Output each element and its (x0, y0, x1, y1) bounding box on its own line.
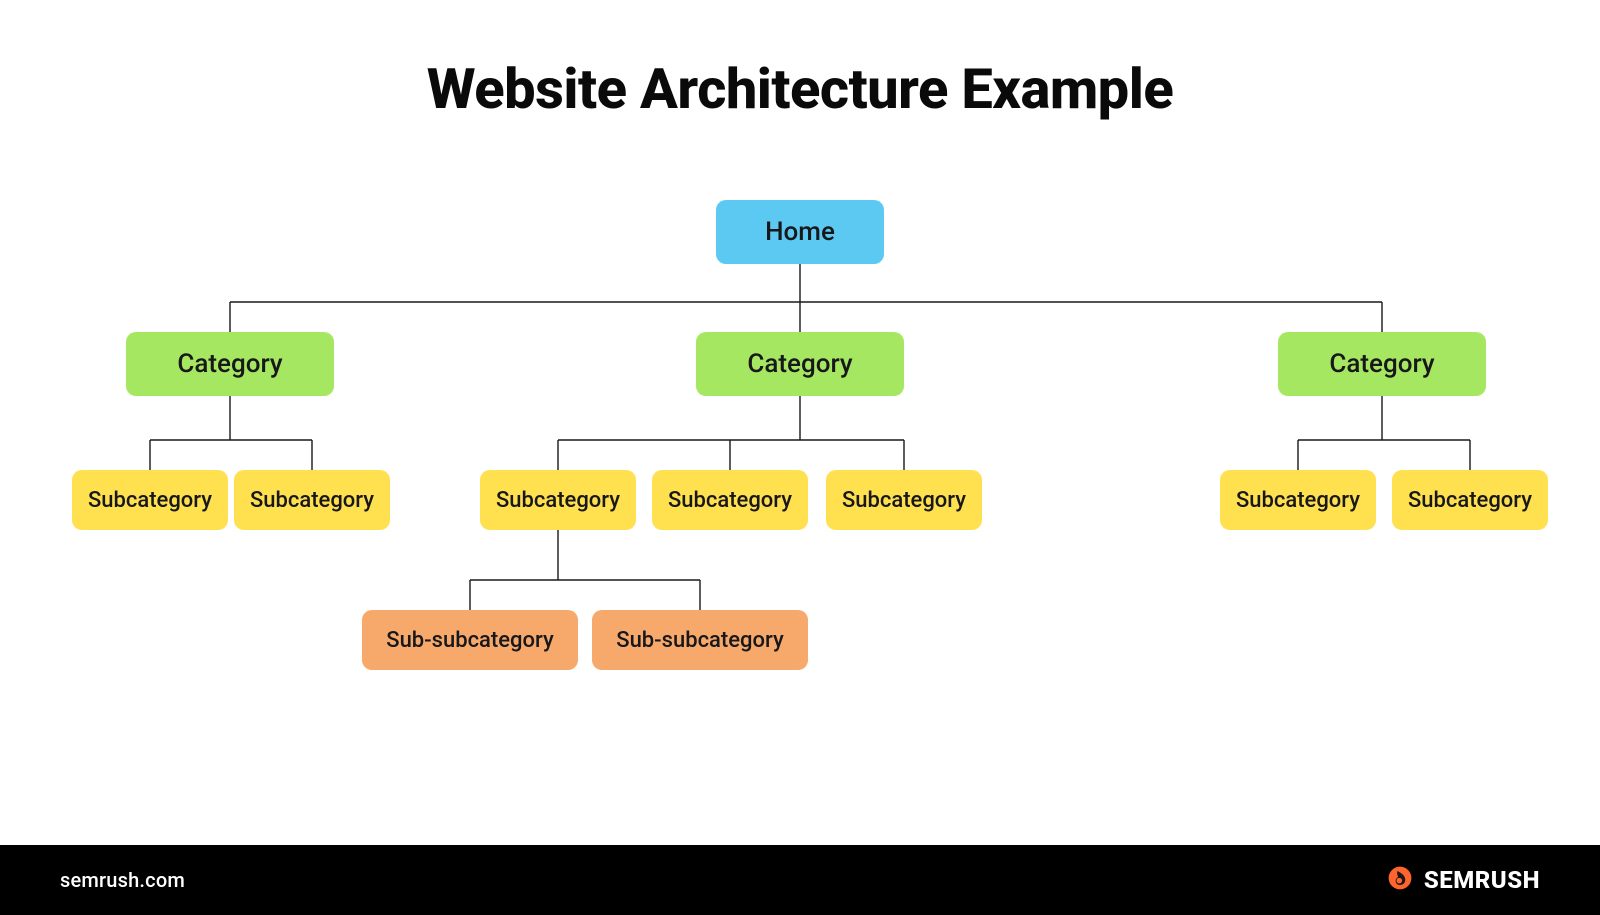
connectors-layer (0, 0, 1600, 915)
footer-bar: semrush.com SEMRUSH (0, 845, 1600, 915)
node-subcategory-2-2: Subcategory (652, 470, 808, 530)
node-category-1: Category (126, 332, 334, 396)
brand-name: SEMRUSH (1424, 866, 1540, 894)
diagram-title: Website Architecture Example (0, 56, 1600, 122)
node-subcategory-2-1: Subcategory (480, 470, 636, 530)
node-subcategory-3-1: Subcategory (1220, 470, 1376, 530)
footer-url: semrush.com (60, 868, 185, 892)
node-home: Home (716, 200, 884, 264)
node-subcategory-2-3: Subcategory (826, 470, 982, 530)
brand-flame-icon (1386, 864, 1414, 896)
node-subcategory-3-2: Subcategory (1392, 470, 1548, 530)
node-category-3: Category (1278, 332, 1486, 396)
node-subsubcategory-1: Sub-subcategory (362, 610, 578, 670)
diagram-canvas: Website Architecture Example Home Catego… (0, 0, 1600, 915)
node-category-2: Category (696, 332, 904, 396)
node-subcategory-1-1: Subcategory (72, 470, 228, 530)
node-subsubcategory-2: Sub-subcategory (592, 610, 808, 670)
node-subcategory-1-2: Subcategory (234, 470, 390, 530)
brand-block: SEMRUSH (1386, 864, 1540, 896)
